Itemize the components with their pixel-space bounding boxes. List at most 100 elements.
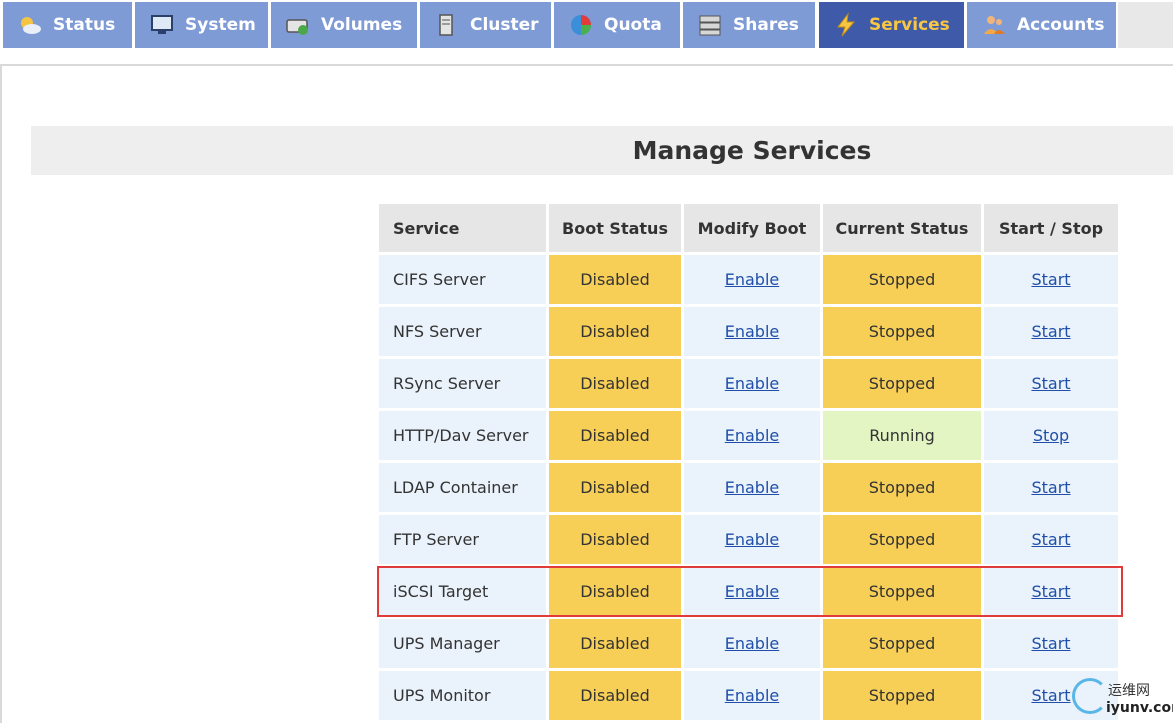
stop-link[interactable]: Stop <box>1033 426 1069 445</box>
tab-quota[interactable]: Quota <box>554 2 680 48</box>
storage-icon <box>697 12 723 38</box>
start-link[interactable]: Start <box>1031 530 1070 549</box>
tab-volumes[interactable]: Volumes <box>271 2 417 48</box>
modify-boot-cell: Enable <box>684 411 820 460</box>
start-link[interactable]: Start <box>1031 270 1070 289</box>
table-row: UPS Manager Disabled Enable Stopped Star… <box>379 619 1118 668</box>
boot-status: Disabled <box>549 359 681 408</box>
service-name: HTTP/Dav Server <box>379 411 546 460</box>
start-link[interactable]: Start <box>1031 686 1070 705</box>
table-row: FTP Server Disabled Enable Stopped Start <box>379 515 1118 564</box>
table-row: NFS Server Disabled Enable Stopped Start <box>379 307 1118 356</box>
tab-shares[interactable]: Shares <box>683 2 815 48</box>
enable-link[interactable]: Enable <box>725 426 780 445</box>
top-navigation: Status System Volumes Cluster Quota Shar… <box>0 0 1173 50</box>
action-cell: Start <box>984 359 1118 408</box>
watermark-en-text: iyunv.com <box>1106 700 1173 716</box>
modify-boot-cell: Enable <box>684 359 820 408</box>
table-row-highlighted: iSCSI Target Disabled Enable Stopped Sta… <box>379 567 1118 616</box>
start-link[interactable]: Start <box>1031 634 1070 653</box>
boot-status: Disabled <box>549 619 681 668</box>
enable-link[interactable]: Enable <box>725 478 780 497</box>
enable-link[interactable]: Enable <box>725 686 780 705</box>
service-name: iSCSI Target <box>379 567 546 616</box>
lightning-icon <box>833 12 859 38</box>
table-row: UPS Monitor Disabled Enable Stopped Star… <box>379 671 1118 720</box>
service-name: RSync Server <box>379 359 546 408</box>
users-icon <box>981 12 1007 38</box>
watermark: 运维网 iyunv.com <box>1068 676 1173 723</box>
enable-link[interactable]: Enable <box>725 582 780 601</box>
service-name: UPS Manager <box>379 619 546 668</box>
table-row: HTTP/Dav Server Disabled Enable Running … <box>379 411 1118 460</box>
drive-icon <box>285 12 311 38</box>
current-status: Stopped <box>823 515 981 564</box>
monitor-icon <box>149 12 175 38</box>
current-status: Stopped <box>823 619 981 668</box>
modify-boot-cell: Enable <box>684 515 820 564</box>
enable-link[interactable]: Enable <box>725 374 780 393</box>
modify-boot-cell: Enable <box>684 463 820 512</box>
service-name: LDAP Container <box>379 463 546 512</box>
header-service: Service <box>379 204 546 252</box>
start-link[interactable]: Start <box>1031 478 1070 497</box>
tab-quota-label: Quota <box>604 15 662 35</box>
service-name: FTP Server <box>379 515 546 564</box>
table-header-row: Service Boot Status Modify Boot Current … <box>379 204 1118 252</box>
action-cell: Stop <box>984 411 1118 460</box>
enable-link[interactable]: Enable <box>725 634 780 653</box>
header-start-stop: Start / Stop <box>984 204 1118 252</box>
services-table: Service Boot Status Modify Boot Current … <box>376 201 1121 723</box>
modify-boot-cell: Enable <box>684 671 820 720</box>
action-cell: Start <box>984 307 1118 356</box>
enable-link[interactable]: Enable <box>725 530 780 549</box>
tab-shares-label: Shares <box>733 15 799 35</box>
tab-services[interactable]: Services <box>819 2 964 48</box>
boot-status: Disabled <box>549 671 681 720</box>
weather-sun-icon <box>17 12 43 38</box>
boot-status: Disabled <box>549 567 681 616</box>
current-status: Stopped <box>823 359 981 408</box>
header-modify-boot: Modify Boot <box>684 204 820 252</box>
table-row: RSync Server Disabled Enable Stopped Sta… <box>379 359 1118 408</box>
nav-filler <box>1118 2 1173 48</box>
service-name: CIFS Server <box>379 255 546 304</box>
header-boot-status: Boot Status <box>549 204 681 252</box>
tab-status[interactable]: Status <box>3 2 132 48</box>
action-cell: Start <box>984 515 1118 564</box>
boot-status: Disabled <box>549 307 681 356</box>
boot-status: Disabled <box>549 515 681 564</box>
pie-chart-icon <box>568 12 594 38</box>
tab-system-label: System <box>185 15 256 35</box>
action-cell: Start <box>984 619 1118 668</box>
service-name: UPS Monitor <box>379 671 546 720</box>
tab-services-label: Services <box>869 15 950 35</box>
modify-boot-cell: Enable <box>684 567 820 616</box>
header-current-status: Current Status <box>823 204 981 252</box>
start-link[interactable]: Start <box>1031 582 1070 601</box>
tab-cluster-label: Cluster <box>470 15 539 35</box>
watermark-cn-text: 运维网 <box>1108 683 1150 699</box>
tab-volumes-label: Volumes <box>321 15 403 35</box>
enable-link[interactable]: Enable <box>725 322 780 341</box>
watermark-logo-icon <box>1072 678 1108 714</box>
modify-boot-cell: Enable <box>684 255 820 304</box>
current-status: Stopped <box>823 255 981 304</box>
tab-accounts-label: Accounts <box>1017 15 1105 35</box>
current-status: Stopped <box>823 567 981 616</box>
enable-link[interactable]: Enable <box>725 270 780 289</box>
server-icon <box>434 12 460 38</box>
tab-cluster[interactable]: Cluster <box>420 2 551 48</box>
action-cell: Start <box>984 463 1118 512</box>
modify-boot-cell: Enable <box>684 307 820 356</box>
page-title: Manage Services <box>632 136 872 165</box>
current-status: Stopped <box>823 671 981 720</box>
current-status: Stopped <box>823 463 981 512</box>
tab-accounts[interactable]: Accounts <box>967 2 1116 48</box>
current-status: Running <box>823 411 981 460</box>
modify-boot-cell: Enable <box>684 619 820 668</box>
start-link[interactable]: Start <box>1031 322 1070 341</box>
tab-system[interactable]: System <box>135 2 268 48</box>
start-link[interactable]: Start <box>1031 374 1070 393</box>
boot-status: Disabled <box>549 255 681 304</box>
